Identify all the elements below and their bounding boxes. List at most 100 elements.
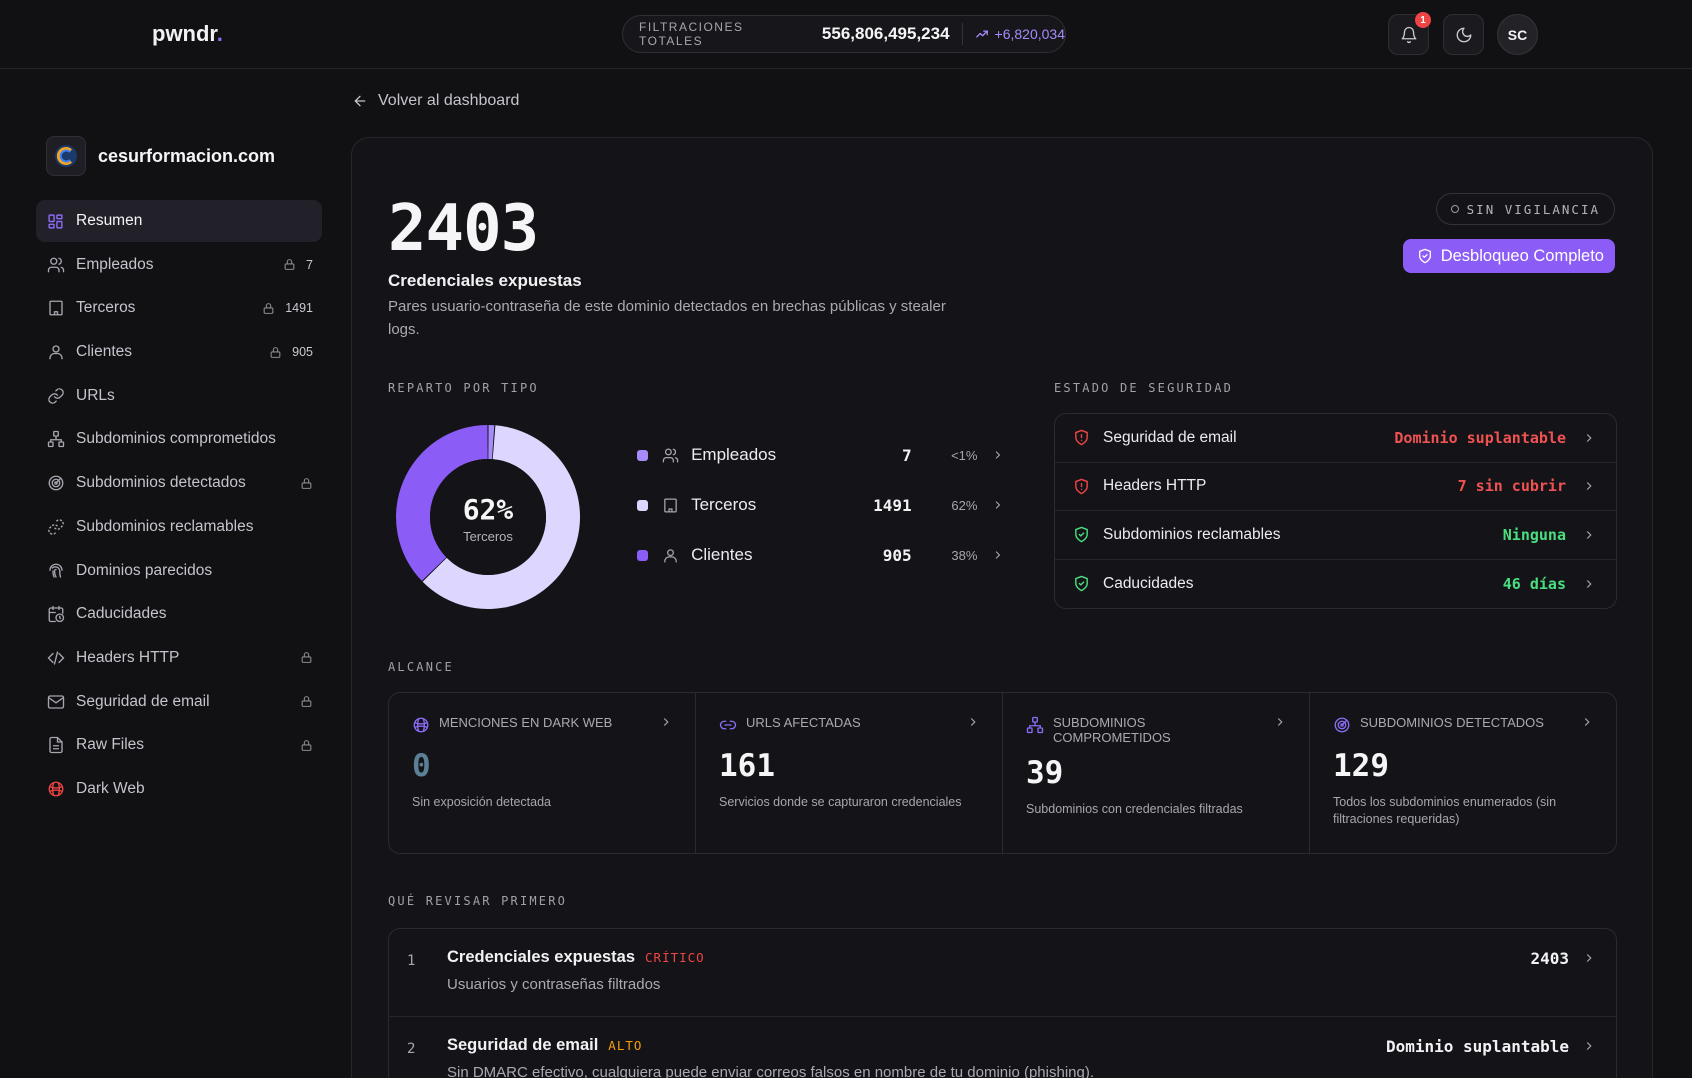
reach-card-compromised-subdomains[interactable]: SUBDOMINIOS COMPROMETIDOS 39 Subdominios… [1003,693,1310,853]
reach-card-description: Sin exposición detectada [412,795,551,809]
users-icon [662,446,679,464]
sidebar-item-raw-files[interactable]: Raw Files [36,724,322,766]
lock-icon [301,739,312,751]
donut-center-label: Terceros [463,529,513,544]
security-row-name: Caducidades [1103,574,1194,592]
review-row-value: 2403 [1530,949,1569,968]
sidebar-item-label: Raw Files [76,736,145,754]
review-row-value: Dominio suplantable [1385,1037,1569,1056]
severity-badge: CRÍTICO [645,950,705,965]
full-unlock-button[interactable]: Desbloqueo Completo [1402,239,1615,273]
sidebar-item-count: 1491 [285,301,313,316]
sidebar-item-subdominios-reclamables[interactable]: Subdominios reclamables [36,506,322,548]
lock-icon [284,259,295,271]
dashed-link-icon [46,517,65,536]
security-row-value: Ninguna [1502,525,1566,544]
chevron-right-icon [1586,954,1592,962]
legend-value: 7 [902,445,912,465]
back-to-dashboard-link[interactable]: Volver al dashboard [352,92,519,110]
sidebar-item-label: Terceros [76,299,136,317]
review-row[interactable]: 1 Credenciales expuestas CRÍTICO Usuario… [389,929,1616,1017]
sidebar-item-urls[interactable]: URLs [36,375,322,417]
legend-swatch [637,499,648,511]
notifications-button[interactable]: 1 [1388,12,1431,55]
legend-row-empleados[interactable]: Empleados 7 <1% [635,430,1005,480]
chevron-right-icon [1277,718,1283,726]
user-avatar[interactable]: SC [1497,14,1538,55]
credentials-count: 2403 [388,192,539,266]
leaks-delta: +6,820,034 [975,26,1065,42]
legend-swatch [637,549,648,561]
review-row[interactable]: 2 Seguridad de email ALTO Sin DMARC efec… [389,1017,1616,1078]
sidebar: cesurformacion.com Resumen Empleados 7 T… [36,136,322,812]
sidebar-item-headers-http[interactable]: Headers HTTP [36,637,322,679]
security-row-headers[interactable]: Headers HTTP 7 sin cubrir [1055,463,1616,511]
monitoring-status-pill: SIN VIGILANCIA [1435,193,1615,225]
reach-card-value: 161 [719,748,775,784]
security-row-subdomains[interactable]: Subdominios reclamables Ninguna [1055,511,1616,560]
chevron-right-icon [996,551,1001,559]
total-leaks-label: FILTRACIONES TOTALES [639,20,744,48]
theme-toggle-button[interactable] [1443,14,1484,55]
total-leaks-value: 556,806,495,234 [821,24,950,43]
notification-badge: 1 [1415,12,1431,28]
chevron-right-icon [996,451,1001,459]
sidebar-item-empleados[interactable]: Empleados 7 [36,244,322,286]
lock-icon [301,652,312,664]
sidebar-item-caducidades[interactable]: Caducidades [36,593,322,635]
sidebar-item-label: Caducidades [76,605,167,623]
reach-card-urls[interactable]: URLS AFECTADAS 161 Servicios donde se ca… [696,693,1003,853]
sidebar-item-label: Clientes [76,343,132,361]
sidebar-item-resumen[interactable]: Resumen [36,200,322,242]
legend-name: Terceros [691,495,757,514]
security-section-label: ESTADO DE SEGURIDAD [1054,381,1234,395]
security-row-email[interactable]: Seguridad de email Dominio suplantable [1055,414,1616,463]
link-icon [46,386,65,405]
reach-card-dark-web[interactable]: MENCIONES EN DARK WEB 0 Sin exposición d… [389,693,696,853]
shield-alert-icon [1073,477,1091,495]
reach-card-detected-subdomains[interactable]: SUBDOMINIOS DETECTADOS 129 Todos los sub… [1310,693,1616,853]
security-row-expirations[interactable]: Caducidades 46 días [1055,560,1616,609]
legend-row-terceros[interactable]: Terceros 1491 62% [635,480,1005,530]
arrow-left-icon [354,95,366,107]
users-icon [46,255,65,274]
sidebar-item-label: URLs [76,386,115,404]
app-logo[interactable]: pwndr. [152,21,223,47]
legend-value: 905 [882,545,912,565]
legend-value: 1491 [873,495,912,515]
link-icon [719,716,737,734]
sidebar-item-subdominios-detectados[interactable]: Subdominios detectados [36,462,322,504]
legend-percent: 62% [951,497,978,513]
grid-icon [46,212,65,231]
review-row-description: Usuarios y contraseñas filtrados [447,976,661,993]
sidebar-item-count: 7 [306,257,313,272]
reach-card-title: SUBDOMINIOS COMPROMETIDOS [1053,715,1171,745]
legend-name: Clientes [691,545,753,564]
total-leaks-pill: FILTRACIONES TOTALES 556,806,495,234 +6,… [622,15,1066,53]
reach-card-title: URLS AFECTADAS [746,715,861,730]
chevron-right-icon [970,718,976,726]
security-row-value: 46 días [1502,574,1566,593]
sidebar-item-subdominios-comprometidos[interactable]: Subdominios comprometidos [36,418,322,460]
sidebar-item-dark-web[interactable]: Dark Web [36,768,322,810]
security-row-name: Headers HTTP [1103,477,1207,495]
review-section-label: QUÉ REVISAR PRIMERO [388,894,568,908]
sidebar-item-label: Headers HTTP [76,648,180,666]
divider [961,23,963,45]
sidebar-item-terceros[interactable]: Terceros 1491 [36,287,322,329]
chevron-right-icon [1586,482,1592,491]
sidebar-item-seguridad-email[interactable]: Seguridad de email [36,681,322,723]
reach-card-description: Subdominios con credenciales filtradas [1026,802,1243,816]
sidebar-item-dominios-parecidos[interactable]: Dominios parecidos [36,550,322,592]
top-bar: pwndr. FILTRACIONES TOTALES 556,806,495,… [0,0,1692,69]
security-row-value: Dominio suplantable [1394,428,1566,447]
legend-row-clientes[interactable]: Clientes 905 38% [635,530,1005,580]
domain-name: cesurformacion.com [98,145,276,166]
shield-check-icon [1073,526,1091,544]
network-icon [46,430,65,449]
sidebar-item-count: 905 [292,345,313,360]
radar-icon [1333,716,1351,734]
lock-icon [301,696,312,707]
shield-check-icon [1418,248,1431,264]
sidebar-item-clientes[interactable]: Clientes 905 [36,331,322,373]
